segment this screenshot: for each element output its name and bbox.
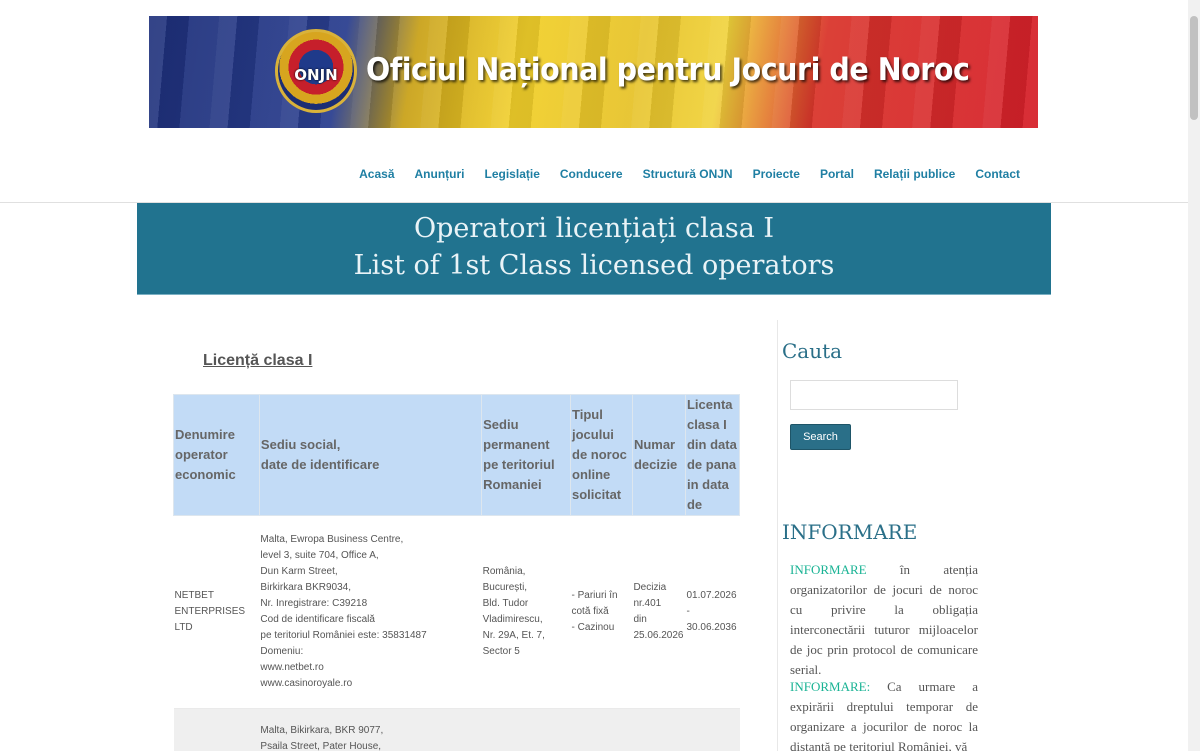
page-title: Operatori licențiați clasa I <box>413 213 775 244</box>
table-cell: NETBET ENTERPRISES LTD <box>173 515 260 709</box>
table-cell <box>685 708 740 751</box>
section-heading: Licență clasa I <box>203 352 313 369</box>
nav-item-anunturi[interactable]: Anunțuri <box>405 166 475 182</box>
column-header: Denumire operator economic <box>173 394 260 516</box>
column-header: Tipul jocului de noroc online solicitat <box>570 394 633 516</box>
info-paragraph: INFORMARE: Ca urmare a expirării dreptul… <box>790 677 978 751</box>
search-input[interactable] <box>790 380 958 410</box>
main-nav: Acasă Anunțuri Legislație Conducere Stru… <box>349 166 1030 182</box>
search-heading: Cauta <box>782 339 843 363</box>
table-header-row: Denumire operator economic Sediu social,… <box>173 394 741 516</box>
page-title-band: Operatori licențiați clasa I List of 1st… <box>137 203 1051 295</box>
table-cell: 01.07.2026 - 30.06.2036 <box>685 515 740 709</box>
scrollbar-thumb[interactable] <box>1190 16 1198 120</box>
sidebar-divider <box>777 320 778 751</box>
table-cell: Decizia nr.401 din 25.06.2026 <box>632 515 686 709</box>
nav-item-structura[interactable]: Structură ONJN <box>633 166 743 182</box>
table-row: Malta, Bikirkara, BKR 9077, Psaila Stree… <box>173 708 740 751</box>
table-cell <box>570 708 633 751</box>
column-header: Sediu social, date de identificare <box>258 394 483 516</box>
table-cell: România, București, Bld. Tudor Vladimire… <box>481 515 571 709</box>
table-cell: Malta, Ewropa Business Centre, level 3, … <box>259 515 482 709</box>
table-cell <box>632 708 686 751</box>
page-subtitle: List of 1st Class licensed operators <box>353 250 835 281</box>
table-row: NETBET ENTERPRISES LTD Malta, Ewropa Bus… <box>173 515 740 709</box>
nav-item-contact[interactable]: Contact <box>965 166 1030 182</box>
nav-item-portal[interactable]: Portal <box>810 166 864 182</box>
nav-item-conducere[interactable]: Conducere <box>550 166 633 182</box>
table-cell: Malta, Bikirkara, BKR 9077, Psaila Stree… <box>259 708 482 751</box>
table-cell <box>173 708 260 751</box>
onjn-seal-logo: ONJN <box>275 29 357 113</box>
search-button[interactable]: Search <box>790 424 851 450</box>
header-banner: ONJN Oficiul Național pentru Jocuri de N… <box>149 16 1038 128</box>
column-header: Licenta clasa I din data de pana in data… <box>684 394 741 516</box>
banner-title: Oficiul Național pentru Jocuri de Noroc <box>366 52 970 88</box>
page-scrollbar[interactable] <box>1188 0 1200 751</box>
nav-item-relatii-publice[interactable]: Relații publice <box>864 166 965 182</box>
column-header: Sediu permanent pe teritoriul Romaniei <box>481 394 571 516</box>
table-cell: - Pariuri în cotă fixă - Cazinou <box>570 515 633 709</box>
operators-table: Denumire operator economic Sediu social,… <box>173 394 741 751</box>
nav-item-proiecte[interactable]: Proiecte <box>743 166 810 182</box>
info-heading: INFORMARE <box>782 520 918 544</box>
nav-item-legislatie[interactable]: Legislație <box>475 166 550 182</box>
table-cell <box>481 708 571 751</box>
info-link[interactable]: INFORMARE <box>790 562 867 577</box>
seal-label: ONJN <box>294 66 338 84</box>
info-link[interactable]: INFORMARE: <box>790 679 870 694</box>
info-text: în atenția organizatorilor de jocuri de … <box>790 562 978 677</box>
nav-item-acasa[interactable]: Acasă <box>349 166 404 182</box>
column-header: Numar decizie <box>631 394 686 516</box>
info-paragraph: INFORMARE în atenția organizatorilor de … <box>790 560 978 680</box>
